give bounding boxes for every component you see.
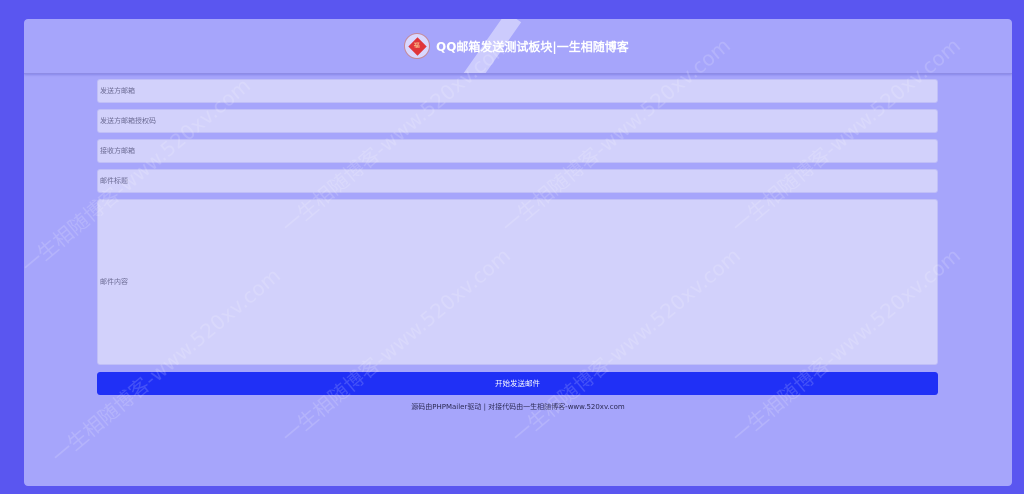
logo-glyph: 福 [413, 41, 421, 49]
footer-credit: 源码由PHPMailer驱动 | 对接代码由一生相随博客-www.520xv.c… [411, 403, 625, 411]
page-title: QQ邮箱发送测试板块|一生相随博客 [436, 39, 629, 54]
sender-auth-code-placeholder: 发送方邮箱授权码 [100, 117, 156, 125]
logo-diamond-icon: 福 [407, 36, 427, 56]
sender-email-placeholder: 发送方邮箱 [100, 87, 135, 95]
recipient-email-placeholder: 接收方邮箱 [100, 147, 135, 155]
main-card: 福 QQ邮箱发送测试板块|一生相随博客 发送方邮箱 发送方邮箱授权码 接收方邮箱… [24, 19, 1012, 486]
sender-email-input[interactable]: 发送方邮箱 [97, 79, 938, 103]
content-textarea[interactable]: 邮件内容 [97, 199, 938, 365]
header-bar: 福 QQ邮箱发送测试板块|一生相随博客 [24, 19, 1012, 74]
content-placeholder: 邮件内容 [100, 278, 128, 286]
recipient-email-input[interactable]: 接收方邮箱 [97, 139, 938, 163]
sender-auth-code-input[interactable]: 发送方邮箱授权码 [97, 109, 938, 133]
send-email-button[interactable]: 开始发送邮件 [97, 372, 938, 395]
subject-input[interactable]: 邮件标题 [97, 169, 938, 193]
seal-logo-icon: 福 [404, 33, 430, 59]
header-title-group: 福 QQ邮箱发送测试板块|一生相随博客 [404, 32, 629, 60]
subject-placeholder: 邮件标题 [100, 177, 128, 185]
